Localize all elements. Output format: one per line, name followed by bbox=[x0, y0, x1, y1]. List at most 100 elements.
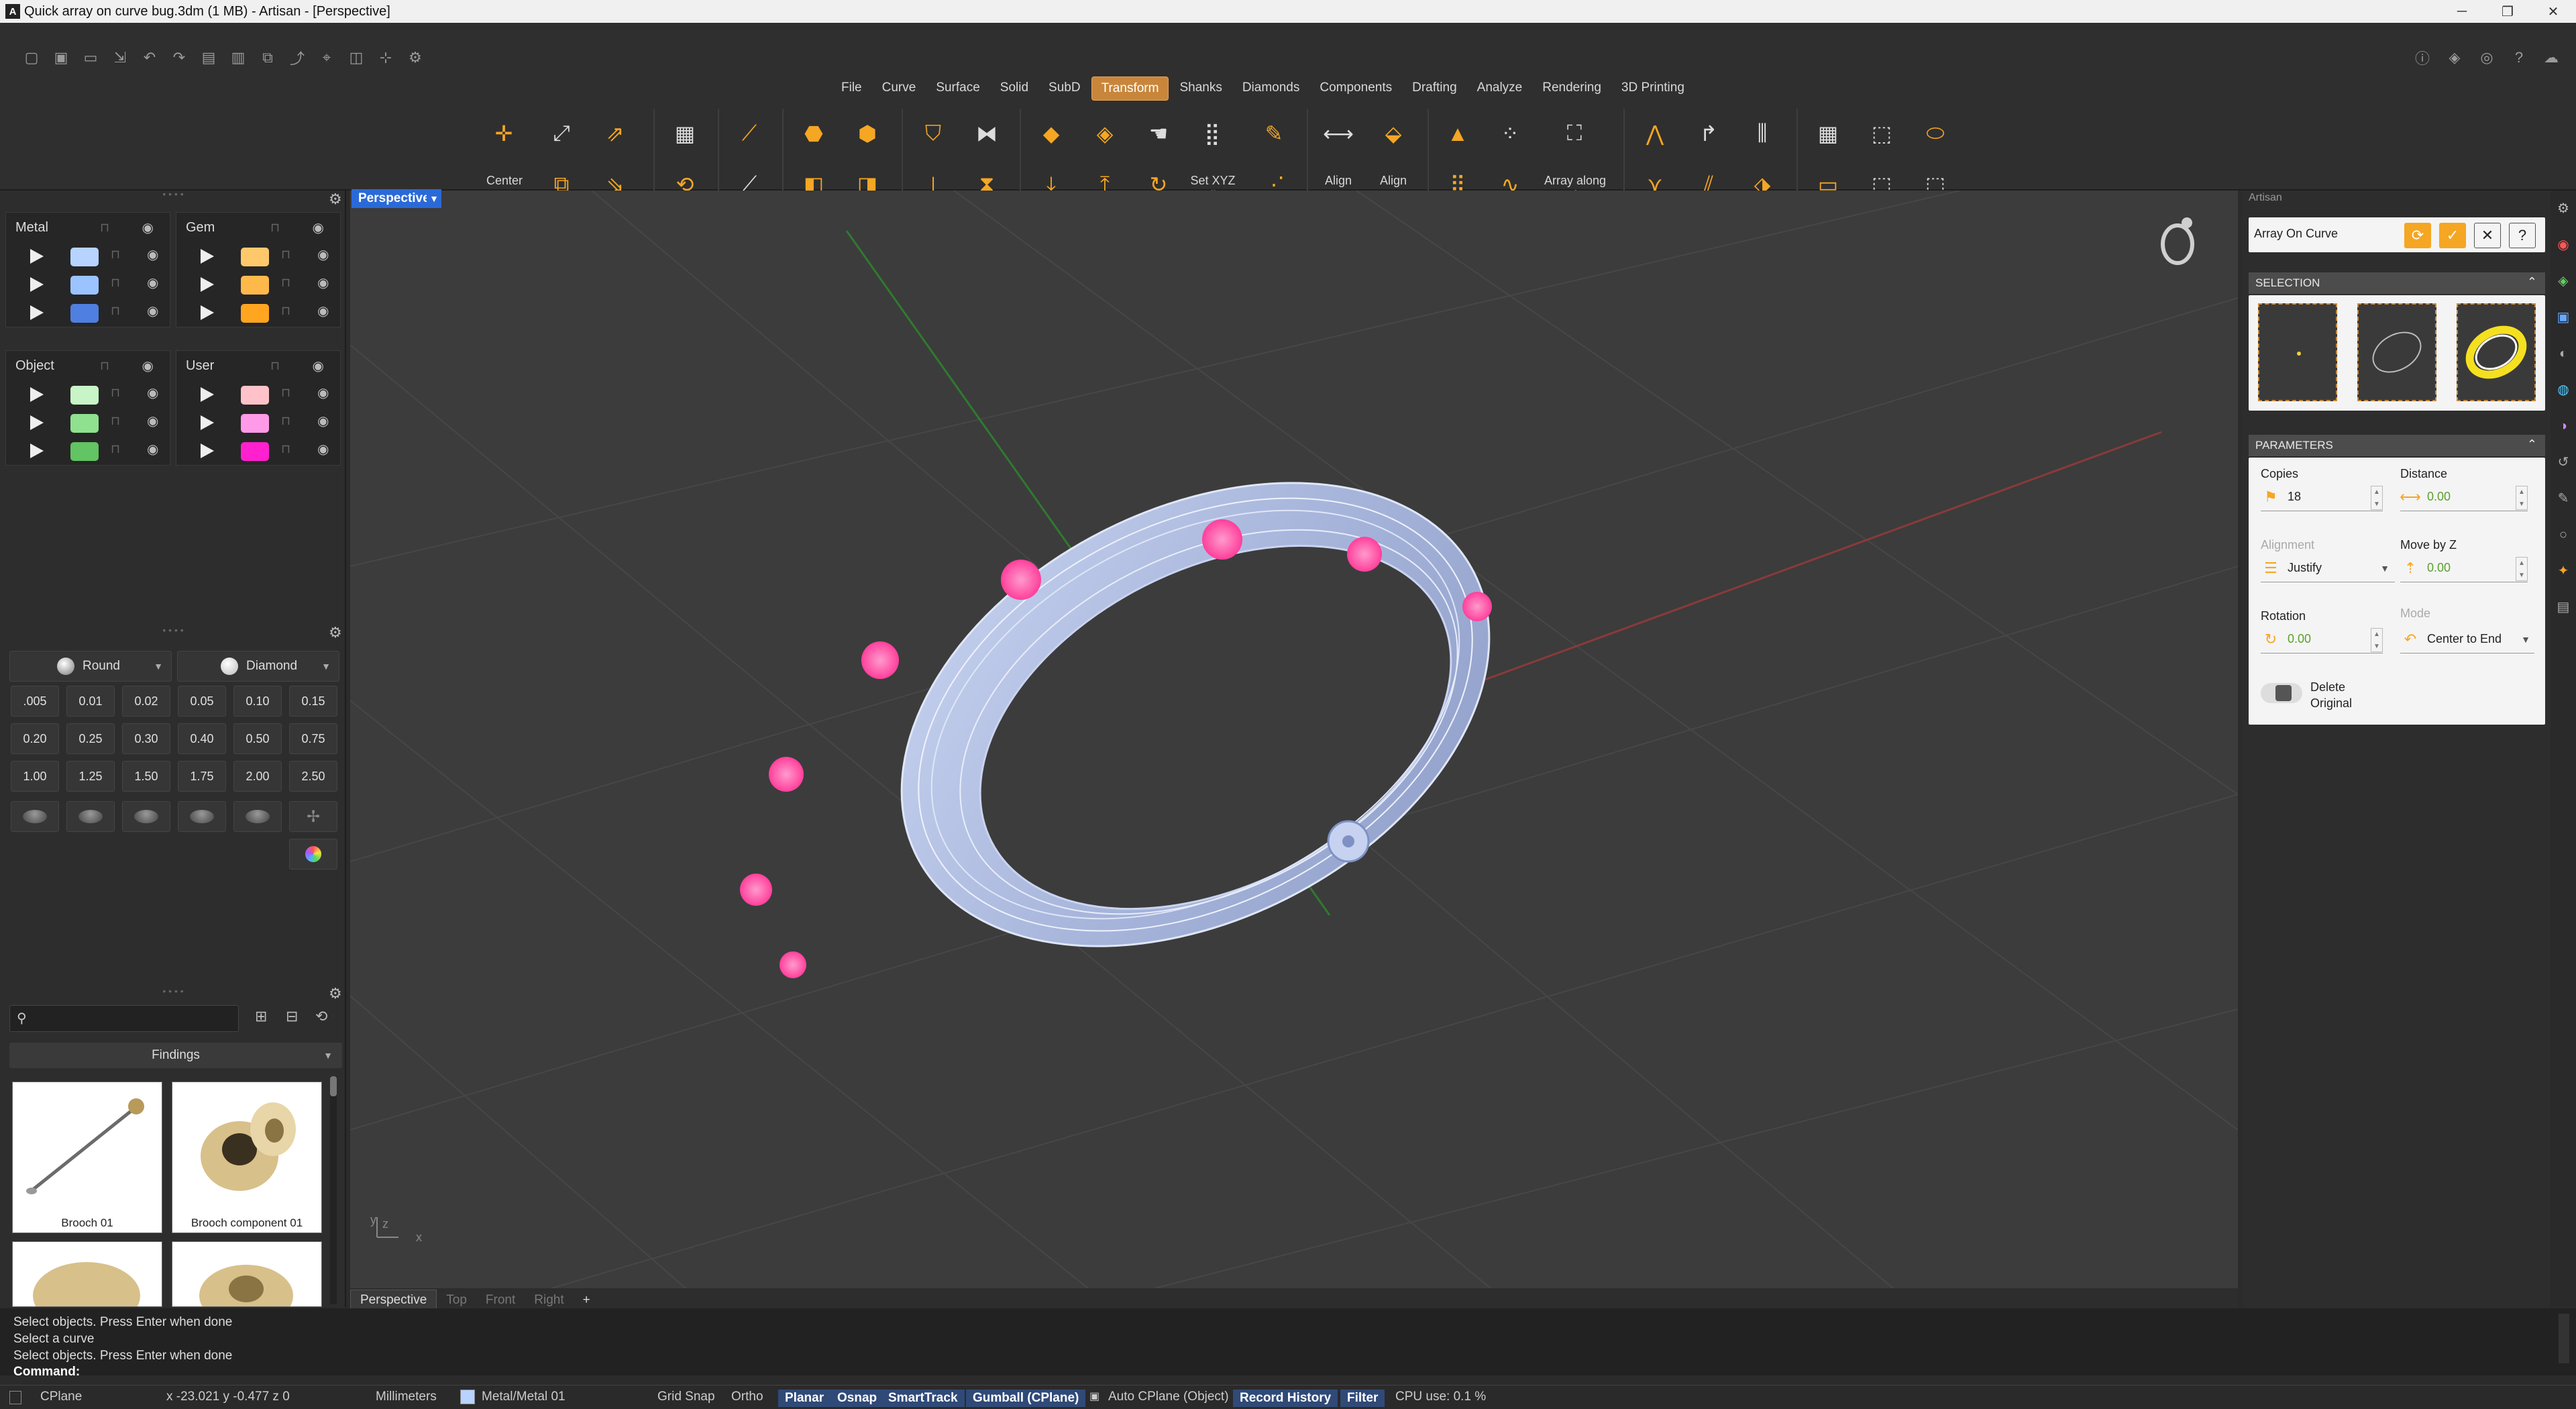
lock-icon[interactable]: ⊓ bbox=[281, 248, 290, 262]
lock-icon[interactable]: ⊓ bbox=[111, 304, 120, 318]
pick-icon[interactable]: ⤴ bbox=[286, 48, 309, 67]
eye-icon[interactable]: ◉ bbox=[317, 303, 329, 319]
planar-toggle[interactable]: Planar bbox=[778, 1390, 831, 1407]
rotation-spinner[interactable]: ▲ ▼ bbox=[2371, 628, 2383, 652]
repeat-button[interactable]: ⟳ bbox=[2404, 223, 2431, 248]
taper-icon[interactable]: ⫼ bbox=[1741, 113, 1783, 154]
tab-3d-printing[interactable]: 3D Printing bbox=[1612, 76, 1694, 101]
layers-toggle-icon[interactable]: ◈ bbox=[2443, 48, 2466, 67]
panel-grip[interactable]: • • • • bbox=[0, 625, 346, 635]
distance-field[interactable]: ⟷ 0.00 ▲ ▼ bbox=[2400, 483, 2528, 511]
parameters-section-header[interactable]: PARAMETERS ⌃ bbox=[2249, 435, 2545, 456]
expand-icon[interactable] bbox=[201, 415, 214, 430]
gem-size-button[interactable]: 0.50 bbox=[233, 723, 282, 754]
pyramid-icon[interactable]: ▲ bbox=[1437, 113, 1479, 154]
gear-icon[interactable]: ⚙ bbox=[2551, 191, 2576, 227]
move-z-spinner[interactable]: ▲ ▼ bbox=[2516, 557, 2528, 581]
expand-icon[interactable] bbox=[201, 305, 214, 320]
panel-grip[interactable]: • • • • bbox=[0, 986, 346, 996]
layer-color-swatch[interactable] bbox=[70, 386, 99, 405]
gem-size-button[interactable]: 0.75 bbox=[289, 723, 337, 754]
library-tool-icon[interactable]: ▤ bbox=[2551, 589, 2576, 625]
lock-icon[interactable]: ⊓ bbox=[100, 359, 109, 373]
flower-gem[interactable] bbox=[1347, 537, 1382, 572]
save-as-icon[interactable]: ▥ bbox=[227, 48, 250, 67]
tab-drafting[interactable]: Drafting bbox=[1403, 76, 1466, 101]
cage-edit-icon[interactable]: ⬢ bbox=[847, 113, 888, 154]
expand-icon[interactable] bbox=[30, 249, 44, 264]
tab-transform[interactable]: Transform bbox=[1091, 76, 1169, 101]
mode-dropdown[interactable]: ↶ Center to End ▼ bbox=[2400, 625, 2534, 654]
lock-icon[interactable]: ⊓ bbox=[111, 276, 120, 290]
gem-size-button[interactable]: 1.00 bbox=[11, 761, 59, 792]
gem-material-dropdown[interactable]: Diamond ▼ bbox=[177, 651, 339, 682]
pen-icon[interactable]: ✎ bbox=[1253, 113, 1295, 154]
lock-icon[interactable]: ⊓ bbox=[281, 414, 290, 428]
layer-icon[interactable]: ◫ bbox=[345, 48, 368, 67]
grid-snap-toggle[interactable]: Grid Snap bbox=[657, 1390, 715, 1404]
record-history-toggle[interactable]: Record History bbox=[1233, 1390, 1338, 1407]
tab-front[interactable]: Front bbox=[476, 1290, 525, 1310]
cut-pear-icon[interactable] bbox=[178, 801, 226, 832]
lock-icon[interactable]: ⊓ bbox=[281, 304, 290, 318]
expand-icon[interactable] bbox=[30, 277, 44, 292]
add-viewport-button[interactable]: + bbox=[574, 1290, 600, 1310]
ring-band[interactable] bbox=[824, 390, 1567, 1039]
expand-icon[interactable] bbox=[201, 387, 214, 402]
gem-size-button[interactable]: 0.02 bbox=[122, 686, 170, 717]
tab-rendering[interactable]: Rendering bbox=[1533, 76, 1611, 101]
copy-move-icon[interactable]: ⇗ bbox=[594, 113, 636, 154]
move-icon[interactable]: ⤢ bbox=[541, 113, 582, 154]
auto-cplane-toggle[interactable]: Auto CPlane (Object) bbox=[1108, 1390, 1229, 1404]
lock-icon[interactable]: ⊓ bbox=[111, 414, 120, 428]
array-surface-icon[interactable]: ⛶ bbox=[1554, 113, 1595, 154]
new-file-icon[interactable]: ▢ bbox=[20, 48, 43, 67]
close-window-button[interactable]: ✕ bbox=[2530, 0, 2576, 23]
tab-solid[interactable]: Solid bbox=[991, 76, 1038, 101]
palette-tool-icon[interactable]: ◑ bbox=[2551, 408, 2576, 444]
open-icon[interactable]: ▭ bbox=[79, 48, 102, 67]
settings-icon[interactable]: ⚙ bbox=[404, 48, 427, 67]
flower-gem[interactable] bbox=[769, 757, 804, 792]
gem-size-button[interactable]: 0.15 bbox=[289, 686, 337, 717]
eye-icon[interactable]: ◉ bbox=[317, 246, 329, 263]
flower-gem[interactable] bbox=[780, 951, 806, 978]
align-icon[interactable]: ⟷ bbox=[1318, 113, 1359, 154]
layer-color-swatch[interactable] bbox=[241, 442, 269, 461]
eye-icon[interactable]: ◉ bbox=[317, 384, 329, 401]
gem-tool-icon[interactable]: ◈ bbox=[2551, 263, 2576, 299]
flower-gem[interactable] bbox=[1202, 519, 1242, 560]
add-folder-icon[interactable]: ⊞ bbox=[255, 1008, 267, 1025]
library-scrollbar[interactable] bbox=[330, 1076, 337, 1304]
info-icon[interactable]: ⓘ bbox=[2411, 48, 2434, 67]
layer-color-swatch[interactable] bbox=[70, 248, 99, 266]
layer-color-swatch[interactable] bbox=[241, 248, 269, 266]
tab-top[interactable]: Top bbox=[437, 1290, 476, 1310]
diamond-icon[interactable]: ◆ bbox=[1030, 113, 1072, 154]
ok-button[interactable]: ✓ bbox=[2439, 223, 2466, 248]
ring-tool-icon[interactable]: ◉ bbox=[2551, 227, 2576, 263]
tab-components[interactable]: Components bbox=[1310, 76, 1401, 101]
warp-icon[interactable]: ⬭ bbox=[1915, 113, 1956, 154]
display-icon[interactable]: ◎ bbox=[2475, 48, 2498, 67]
camera-tool-icon[interactable]: ◐ bbox=[2551, 335, 2576, 372]
sphere-tool-icon[interactable]: ○ bbox=[2551, 517, 2576, 553]
tab-curve[interactable]: Curve bbox=[873, 76, 926, 101]
mirror-icon[interactable]: ⧓ bbox=[966, 113, 1008, 154]
new-template-icon[interactable]: ▣ bbox=[50, 48, 72, 67]
expand-icon[interactable] bbox=[201, 277, 214, 292]
minimize-button[interactable]: ─ bbox=[2439, 0, 2485, 23]
gem-size-button[interactable]: 0.40 bbox=[178, 723, 226, 754]
smarttrack-toggle[interactable]: SmartTrack bbox=[881, 1390, 965, 1407]
cancel-button[interactable]: ✕ bbox=[2474, 223, 2501, 248]
viewport-menu-chevron-icon[interactable]: ▼ bbox=[427, 189, 441, 208]
cut-marquise-icon[interactable] bbox=[233, 801, 282, 832]
help-icon[interactable]: ? bbox=[2508, 48, 2530, 67]
expand-icon[interactable] bbox=[201, 249, 214, 264]
flow-icon[interactable]: ⟋ bbox=[729, 113, 770, 154]
eye-icon[interactable]: ◉ bbox=[142, 358, 154, 374]
cloud-icon[interactable]: ☁ bbox=[2540, 48, 2563, 67]
lock-icon[interactable]: ⊓ bbox=[270, 221, 280, 235]
tab-right[interactable]: Right bbox=[525, 1290, 573, 1310]
folder-settings-icon[interactable]: ⊟ bbox=[286, 1008, 298, 1025]
